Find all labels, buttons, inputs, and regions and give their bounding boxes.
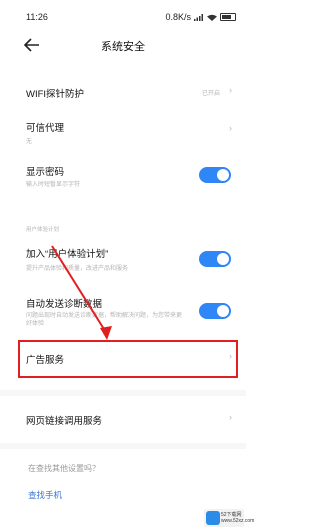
- divider: [0, 443, 246, 449]
- web-link-title: 网页链接调用服务: [26, 416, 103, 427]
- chevron-right-icon: ›: [229, 412, 232, 422]
- watermark: 52下载网 www.52xz.com: [204, 509, 254, 527]
- find-phone-link[interactable]: 查找手机: [28, 489, 62, 501]
- watermark-logo-icon: [206, 511, 220, 525]
- web-link-row[interactable]: 网页链接调用服务 ›: [0, 405, 246, 435]
- annotation-arrow: [51, 245, 112, 340]
- divider: [0, 390, 246, 396]
- watermark-text: 52下载网 www.52xz.com: [221, 512, 255, 524]
- footer-question: 在查找其他设置吗？: [28, 464, 100, 473]
